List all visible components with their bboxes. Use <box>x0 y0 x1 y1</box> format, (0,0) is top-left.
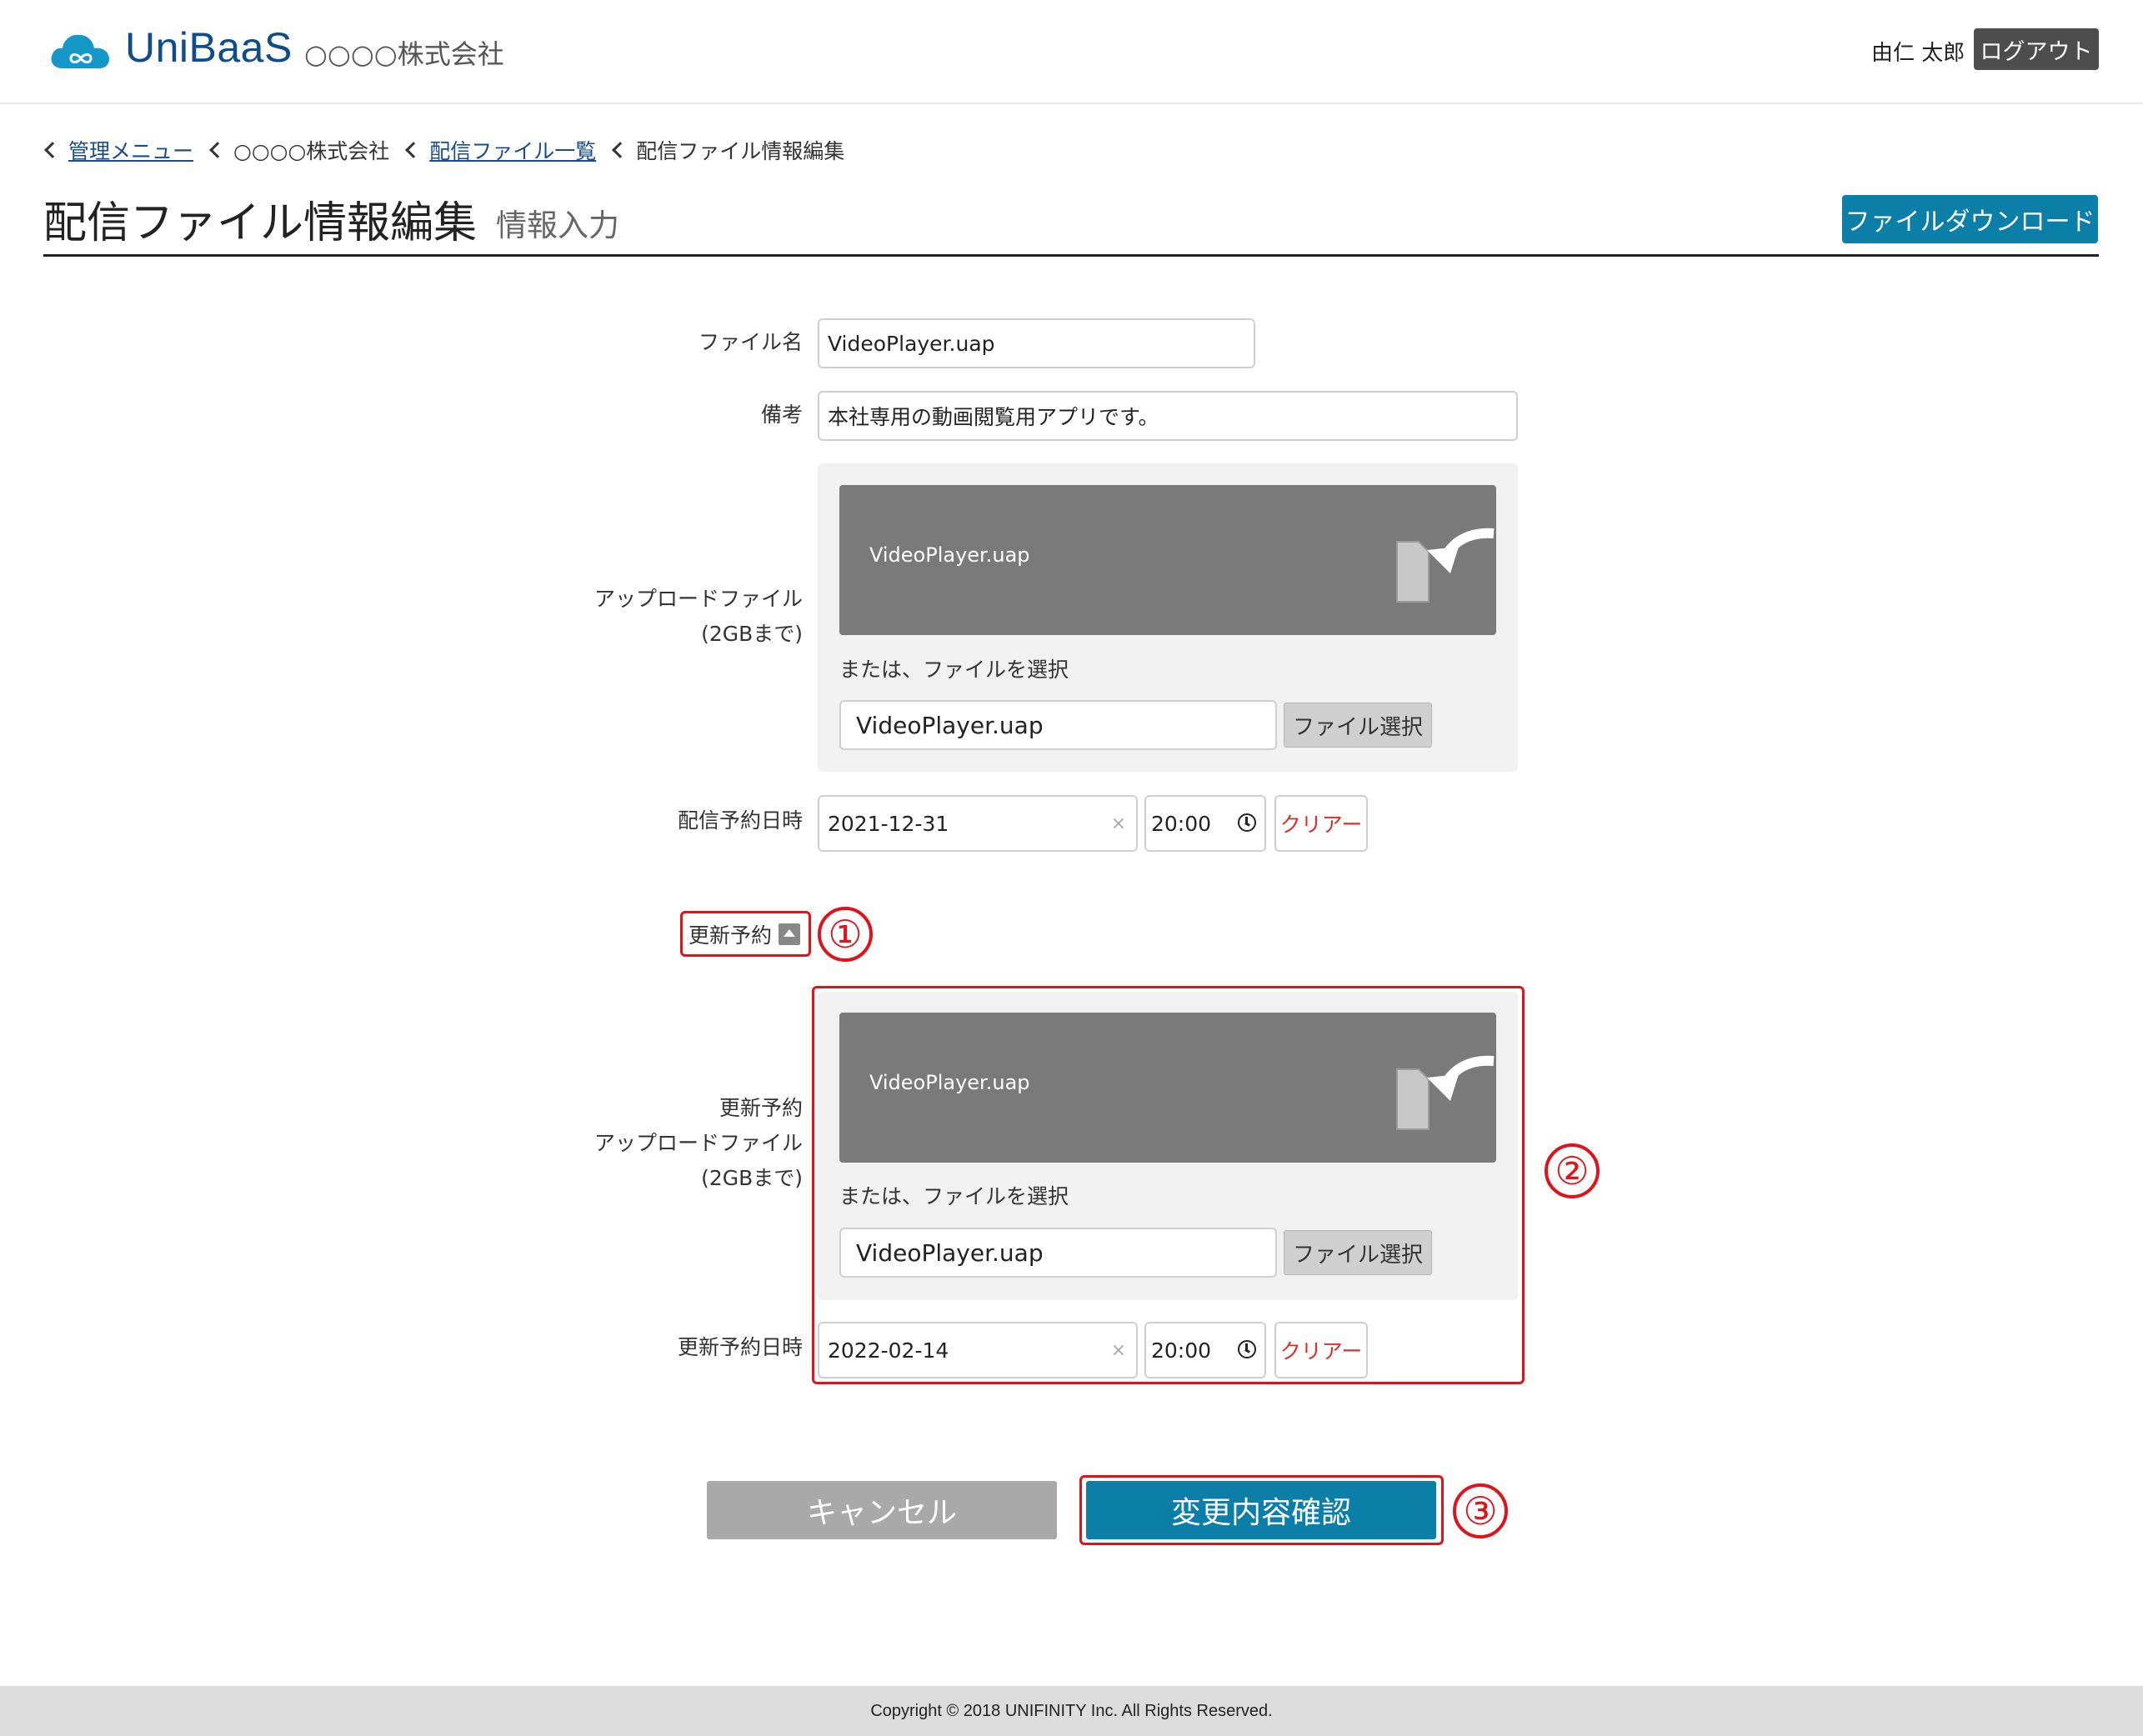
update-upload-label-1: 更新予約 <box>719 1096 803 1120</box>
cancel-button[interactable]: キャンセル <box>707 1481 1057 1539</box>
select-file-button[interactable]: ファイル選択 <box>1284 703 1432 748</box>
annotation-number-3: ③ <box>1453 1483 1508 1538</box>
page-subtitle: 情報入力 <box>496 208 619 243</box>
clear-date-icon[interactable]: × <box>1111 813 1126 834</box>
note-input[interactable]: 本社専用の動画閲覧用アプリです。 <box>818 391 1518 441</box>
file-drop-icon <box>1396 528 1495 603</box>
breadcrumb-item-current: 配信ファイル情報編集 <box>611 135 844 165</box>
title-divider <box>43 254 2099 257</box>
chevron-left-icon <box>44 142 61 158</box>
breadcrumb-item-admin-menu[interactable]: 管理メニュー <box>43 135 193 165</box>
chevron-left-icon <box>405 142 423 158</box>
chevron-left-icon <box>209 142 226 158</box>
update-upload-limit-label: (2GBまで) <box>701 1166 803 1190</box>
company-name: ○○○○株式会社 <box>304 38 504 70</box>
annotation-number-1: ① <box>818 907 873 962</box>
footer: Copyright © 2018 UNIFINITY Inc. All Righ… <box>0 1686 2143 1736</box>
page-title: 配信ファイル情報編集 <box>43 198 478 248</box>
annotation-number-2: ② <box>1545 1143 1600 1198</box>
upload-drop-zone[interactable]: VideoPlayer.uap <box>839 485 1496 635</box>
drop-file-name: VideoPlayer.uap <box>869 543 1030 567</box>
annotation-box-3 <box>1079 1475 1444 1545</box>
copyright-text: Copyright © 2018 UNIFINITY Inc. All Righ… <box>870 1701 1273 1720</box>
schedule-clear-button[interactable]: クリアー <box>1274 795 1368 852</box>
update-schedule-label: 更新予約日時 <box>677 1335 803 1359</box>
upload-file-field[interactable]: VideoPlayer.uap <box>839 700 1277 750</box>
breadcrumb-current: 配信ファイル情報編集 <box>636 139 845 163</box>
logout-button[interactable]: ログアウト <box>1974 28 2099 70</box>
clock-icon[interactable] <box>1238 813 1256 832</box>
schedule-label: 配信予約日時 <box>677 808 803 833</box>
chevron-left-icon <box>612 142 629 158</box>
or-select-file-text: または、ファイルを選択 <box>839 658 1069 682</box>
file-name-label: ファイル名 <box>698 330 803 354</box>
note-label: 備考 <box>760 403 803 427</box>
breadcrumb-link[interactable]: 配信ファイル一覧 <box>429 135 596 165</box>
annotation-box-2 <box>812 986 1525 1384</box>
schedule-date-input[interactable]: 2021-12-31 × <box>818 795 1138 852</box>
breadcrumb-item-file-list[interactable]: 配信ファイル一覧 <box>404 135 596 165</box>
cloud-logo-icon <box>51 34 109 68</box>
schedule-time-value: 20:00 <box>1151 811 1212 836</box>
breadcrumb-item-company: ○○○○株式会社 <box>208 135 389 165</box>
update-upload-label-2: アップロードファイル <box>593 1131 803 1155</box>
breadcrumb-text: ○○○○株式会社 <box>233 139 390 163</box>
upload-limit-label: (2GBまで) <box>701 622 803 646</box>
annotation-box-1 <box>680 911 811 957</box>
schedule-date-value: 2021-12-31 <box>828 811 949 836</box>
file-name-input[interactable]: VideoPlayer.uap <box>818 318 1255 368</box>
schedule-time-input[interactable]: 20:00 <box>1144 795 1266 852</box>
breadcrumb: 管理メニュー ○○○○株式会社 配信ファイル一覧 配信ファイル情報編集 <box>43 133 859 167</box>
brand-name: UniBaaS <box>125 24 293 71</box>
breadcrumb-link[interactable]: 管理メニュー <box>68 135 193 165</box>
file-download-button[interactable]: ファイルダウンロード <box>1842 195 2098 243</box>
user-name: 由仁 太郎 <box>1871 41 1965 66</box>
upload-file-label: アップロードファイル <box>593 587 803 611</box>
